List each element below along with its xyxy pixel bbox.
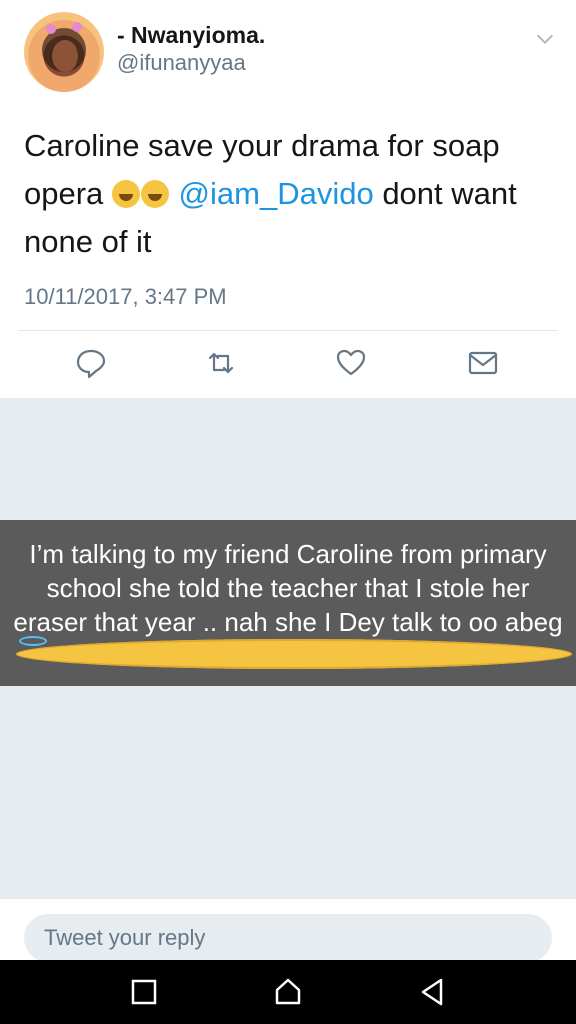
envelope-icon[interactable] <box>466 346 500 380</box>
user-handle[interactable]: @ifunanyyaa <box>117 50 246 76</box>
display-name[interactable]: - Nwanyioma. <box>117 22 265 49</box>
caption-text: I’m talking to my friend Caroline from p… <box>13 539 563 637</box>
mention-link[interactable]: @iam_Davido <box>179 176 374 211</box>
divider <box>18 330 558 331</box>
back-triangle-icon[interactable] <box>416 976 448 1008</box>
avatar-flower <box>46 24 56 34</box>
reply-input[interactable]: Tweet your reply <box>24 914 552 962</box>
retweet-icon[interactable] <box>204 346 238 380</box>
angel-emoji-icon <box>16 636 572 669</box>
square-icon[interactable] <box>128 976 160 1008</box>
chevron-down-icon[interactable] <box>534 28 556 50</box>
tweet-timestamp: 10/11/2017, 3:47 PM <box>24 284 227 309</box>
avatar-face <box>52 40 78 72</box>
tweet-card: - Nwanyioma. @ifunanyyaa Caroline save y… <box>0 0 576 398</box>
heart-icon[interactable] <box>334 346 368 380</box>
laughing-emoji-icon <box>140 180 169 208</box>
avatar[interactable] <box>24 12 104 92</box>
avatar-flower <box>72 22 82 32</box>
tweet-text: Caroline save your drama for soap opera … <box>24 122 554 266</box>
reply-icon[interactable] <box>74 346 108 380</box>
laughing-emoji-icon <box>111 180 140 208</box>
android-nav-bar <box>0 960 576 1024</box>
home-icon[interactable] <box>272 976 304 1008</box>
snap-caption-bar: I’m talking to my friend Caroline from p… <box>0 520 576 686</box>
